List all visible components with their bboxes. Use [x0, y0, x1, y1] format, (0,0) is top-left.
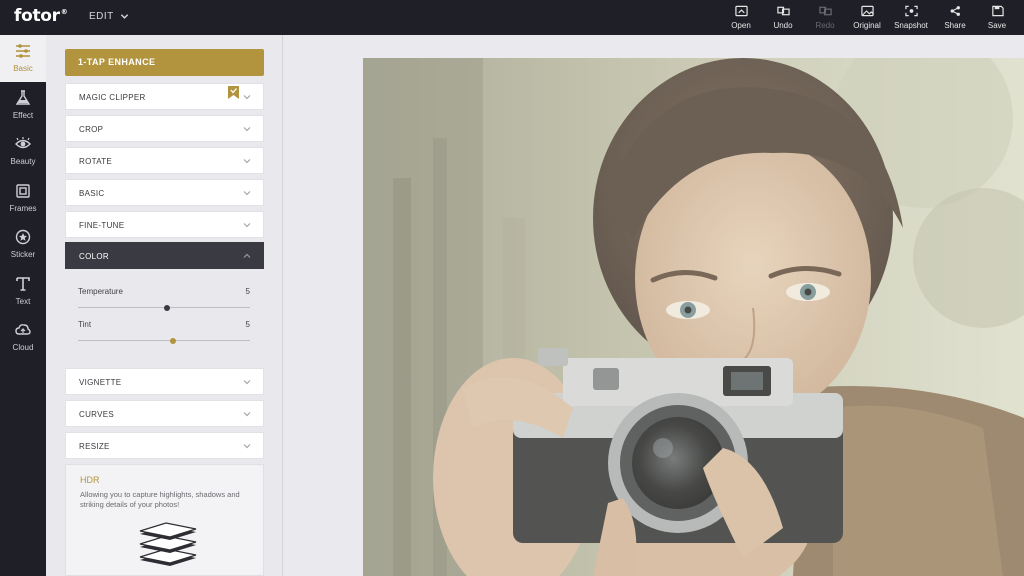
- category-sidebar: Basic Effect Beauty Frames Sticker Text Cloud: [0, 35, 46, 576]
- section-rotate[interactable]: ROTATE: [65, 147, 264, 174]
- toolbar-label: Original: [853, 21, 881, 30]
- sidebar-item-frames[interactable]: Frames: [0, 175, 46, 222]
- section-label: MAGIC CLIPPER: [79, 93, 146, 102]
- slider-tint-value: 5: [245, 320, 250, 329]
- hdr-layers-icon: [139, 522, 197, 566]
- edit-menu[interactable]: EDIT: [89, 11, 129, 22]
- section-curves[interactable]: CURVES: [65, 400, 264, 427]
- snapshot-icon: [904, 5, 918, 21]
- section-resize[interactable]: RESIZE: [65, 432, 264, 459]
- photo-illustration: [363, 58, 1024, 576]
- section-crop[interactable]: CROP: [65, 115, 264, 142]
- section-label: ROTATE: [79, 157, 113, 166]
- section-basic[interactable]: BASIC: [65, 179, 264, 206]
- sidebar-item-basic[interactable]: Basic: [0, 35, 46, 82]
- toolbar-redo-button[interactable]: Redo: [804, 0, 846, 35]
- sidebar-item-effect[interactable]: Effect: [0, 82, 46, 129]
- toolbar-label: Share: [944, 21, 966, 30]
- sidebar-item-label: Cloud: [12, 343, 34, 353]
- frame-icon: [15, 183, 31, 204]
- redo-icon: [818, 5, 832, 21]
- sidebar-item-sticker[interactable]: Sticker: [0, 221, 46, 268]
- save-icon: [991, 5, 1004, 21]
- editing-canvas: [283, 35, 1024, 576]
- cloud-icon: [15, 322, 31, 343]
- hdr-title: HDR: [80, 475, 100, 485]
- toolbar-snapshot-button[interactable]: Snapshot: [888, 0, 934, 35]
- section-label: CROP: [79, 125, 104, 134]
- toolbar: Open Undo Redo Original Snapshot Share Save: [720, 0, 1018, 35]
- slider-tint-label: Tint: [78, 320, 92, 329]
- section-label: RESIZE: [79, 442, 110, 451]
- hdr-promo-card[interactable]: HDR Allowing you to capture highlights, …: [65, 464, 264, 576]
- sidebar-item-label: Text: [15, 296, 31, 306]
- chevron-down-icon: [120, 14, 128, 19]
- toolbar-label: Open: [731, 21, 751, 30]
- sliders-icon: [15, 43, 31, 64]
- toolbar-label: Save: [987, 21, 1007, 30]
- adjust-panel: 1-TAP ENHANCE HDR Allowing you to captur…: [46, 35, 283, 576]
- toolbar-save-button[interactable]: Save: [976, 0, 1018, 35]
- sidebar-item-label: Basic: [13, 64, 33, 74]
- toolbar-original-button[interactable]: Original: [846, 0, 888, 35]
- photo-preview[interactable]: [363, 58, 1024, 576]
- slider-temperature-handle[interactable]: [164, 304, 171, 311]
- slider-temperature-label: Temperature: [78, 287, 123, 296]
- top-bar: fotor® EDIT Open Undo Redo Original Snapshot…: [0, 0, 1024, 35]
- sidebar-item-beauty[interactable]: Beauty: [0, 128, 46, 175]
- toolbar-label: Undo: [773, 21, 793, 30]
- section-color[interactable]: COLOR: [65, 242, 264, 269]
- section-label: VIGNETTE: [79, 378, 122, 387]
- one-tap-enhance-button[interactable]: 1-TAP ENHANCE: [65, 49, 264, 76]
- flask-icon: [15, 90, 31, 111]
- slider-tint-handle[interactable]: [169, 337, 176, 344]
- text-icon: [15, 276, 31, 297]
- toolbar-open-button[interactable]: Open: [720, 0, 762, 35]
- toolbar-undo-button[interactable]: Undo: [762, 0, 804, 35]
- sidebar-item-label: Frames: [9, 203, 37, 213]
- edit-menu-label: EDIT: [89, 11, 114, 22]
- section-vignette[interactable]: VIGNETTE: [65, 368, 264, 395]
- sidebar-item-label: Effect: [12, 110, 34, 120]
- undo-icon: [776, 5, 790, 21]
- section-label: CURVES: [79, 410, 114, 419]
- hdr-description: Allowing you to capture highlights, shad…: [80, 490, 240, 509]
- image-icon: [860, 5, 874, 21]
- fotor-logo[interactable]: fotor®: [14, 6, 68, 26]
- sidebar-item-cloud[interactable]: Cloud: [0, 314, 46, 361]
- slider-tint-track[interactable]: [78, 340, 250, 341]
- toolbar-label: Snapshot: [894, 21, 928, 30]
- toolbar-share-button[interactable]: Share: [934, 0, 976, 35]
- sidebar-item-label: Sticker: [10, 250, 36, 260]
- section-label: BASIC: [79, 189, 105, 198]
- sidebar-item-label: Beauty: [10, 157, 36, 167]
- section-label: FINE-TUNE: [79, 221, 125, 230]
- slider-temperature-value: 5: [245, 287, 250, 296]
- section-label: COLOR: [79, 252, 109, 261]
- eye-icon: [15, 136, 31, 157]
- sidebar-item-text[interactable]: Text: [0, 268, 46, 315]
- section-fine-tune[interactable]: FINE-TUNE: [65, 211, 264, 238]
- toolbar-label: Redo: [815, 21, 835, 30]
- section-magic-clipper[interactable]: MAGIC CLIPPER: [65, 83, 264, 110]
- share-icon: [949, 5, 962, 21]
- folder-icon: [734, 5, 748, 21]
- star-icon: [15, 229, 31, 250]
